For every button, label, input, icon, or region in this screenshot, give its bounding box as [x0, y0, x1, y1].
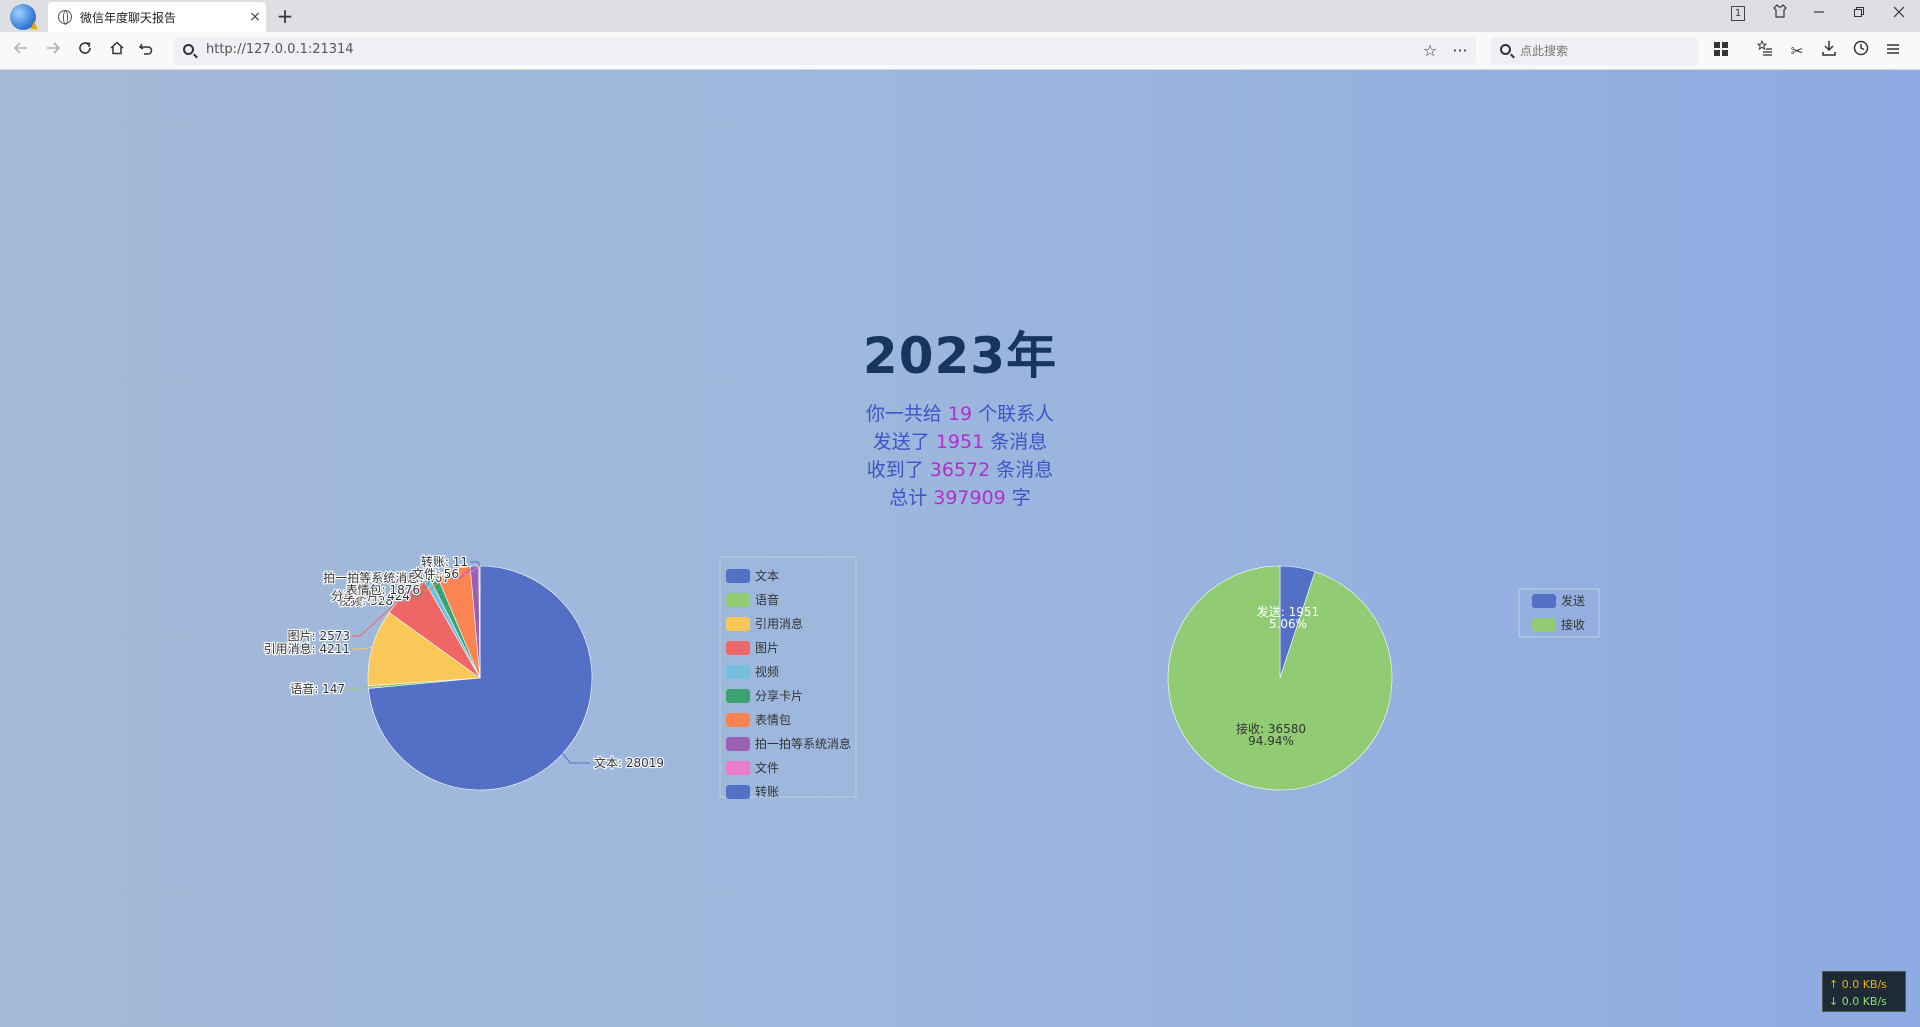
download-icon[interactable]: [1817, 39, 1841, 63]
legend-swatch: [726, 737, 750, 751]
tab-title: 微信年度聊天报告: [80, 10, 177, 25]
legend-swatch: [726, 689, 750, 703]
search-box[interactable]: [1490, 37, 1698, 65]
legend-swatch: [1532, 618, 1556, 632]
active-tab[interactable]: 微信年度聊天报告 ×: [48, 2, 266, 32]
navigation-bar: http://127.0.0.1:21314 ☆ ··· ✂: [0, 32, 1920, 70]
new-tab-button[interactable]: +: [274, 4, 296, 28]
legend-item-0[interactable]: 文本: [726, 568, 779, 583]
menu-icon[interactable]: [1881, 39, 1905, 63]
back-icon[interactable]: [9, 39, 33, 63]
legend-label: 发送: [1561, 593, 1585, 608]
upload-speed: ↑ 0.0 KB/s: [1829, 978, 1887, 991]
browser-logo-icon[interactable]: ▲: [10, 4, 38, 31]
forward-icon[interactable]: [41, 39, 65, 63]
legend-swatch: [726, 593, 750, 607]
undo-icon[interactable]: [134, 39, 158, 63]
slice-label-0: 文本: 28019: [594, 755, 664, 770]
address-bar[interactable]: http://127.0.0.1:21314 ☆ ···: [174, 37, 1476, 65]
legend-label: 视频: [755, 664, 779, 679]
legend-label: 图片: [755, 641, 779, 655]
legend-label: 转账: [755, 784, 779, 799]
legend-item-7[interactable]: 拍一拍等系统消息: [726, 736, 851, 751]
legend-item-4[interactable]: 视频: [726, 664, 779, 679]
legend-item-8[interactable]: 文件: [726, 760, 779, 775]
tab-bar: ▲ 微信年度聊天报告 × + 1: [0, 0, 1920, 32]
restore-icon[interactable]: [1847, 4, 1871, 26]
legend-label: 引用消息: [755, 616, 803, 631]
charts-canvas: 文本: 28019语音: 147引用消息: 4211图片: 2573视频: 32…: [262, 553, 1600, 799]
minimize-icon[interactable]: [1807, 4, 1831, 26]
legend-item-0[interactable]: 发送: [1532, 593, 1585, 608]
label-line-2: [352, 646, 373, 650]
download-speed: ↓ 0.0 KB/s: [1829, 995, 1887, 1008]
legend-swatch: [726, 785, 750, 799]
label-line-9: [470, 561, 481, 567]
warning-icon: ▲: [30, 20, 38, 31]
legend-label: 语音: [755, 592, 779, 607]
network-speed-widget: ↑ 0.0 KB/s ↓ 0.0 KB/s: [1822, 971, 1906, 1012]
legend-swatch: [726, 641, 750, 655]
reload-icon[interactable]: [73, 39, 97, 63]
legend-swatch: [726, 617, 750, 631]
legend-item-5[interactable]: 分享卡片: [726, 688, 803, 703]
legend-label: 分享卡片: [755, 688, 803, 703]
legend-label: 拍一拍等系统消息: [755, 736, 851, 751]
legend-box: [1518, 588, 1600, 638]
legend-swatch: [726, 569, 750, 583]
legend-label: 文件: [755, 760, 779, 775]
slice-label-2: 引用消息: 4211: [264, 641, 350, 656]
send-receive-pie-chart[interactable]: 发送: 19515.06%接收: 3658094.94%: [1167, 565, 1393, 791]
bookmark-star-icon[interactable]: ☆: [1418, 39, 1442, 63]
legend-swatch: [1532, 594, 1556, 608]
search-icon: [1500, 44, 1511, 55]
received-percent-label: 94.94%: [1248, 734, 1294, 748]
favorites-list-icon[interactable]: [1753, 39, 1777, 63]
search-input[interactable]: [1520, 41, 1690, 61]
close-tab-icon[interactable]: ×: [244, 9, 266, 25]
more-options-icon[interactable]: ···: [1448, 39, 1472, 63]
message-type-pie-chart[interactable]: 文本: 28019语音: 147引用消息: 4211图片: 2573视频: 32…: [262, 553, 665, 791]
screenshot-scissors-icon[interactable]: ✂: [1785, 39, 1809, 63]
legend-item-6[interactable]: 表情包: [726, 713, 791, 727]
legend-item-1[interactable]: 接收: [1532, 617, 1585, 632]
message-type-legend[interactable]: 文本语音引用消息图片视频分享卡片表情包拍一拍等系统消息文件转账: [719, 556, 857, 799]
legend-label: 文本: [755, 568, 779, 583]
legend-label: 接收: [1561, 617, 1585, 632]
legend-swatch: [726, 713, 750, 727]
search-icon: [183, 44, 194, 55]
report-page: 2023年 你一共给 19 个联系人 发送了 1951 条消息 收到了 3657…: [0, 70, 1920, 1027]
home-icon[interactable]: [105, 39, 129, 63]
legend-swatch: [726, 665, 750, 679]
label-line-1: [347, 686, 369, 690]
close-window-icon[interactable]: [1887, 4, 1911, 26]
label-line-0: [562, 753, 590, 764]
legend-item-3[interactable]: 图片: [726, 641, 779, 655]
history-clock-icon[interactable]: [1849, 39, 1873, 63]
sent-percent-label: 5.06%: [1269, 617, 1307, 631]
legend-swatch: [726, 761, 750, 775]
send-receive-legend[interactable]: 发送接收: [1518, 588, 1600, 638]
slice-label-6: 表情包: 1876: [346, 583, 420, 597]
apps-grid-icon[interactable]: [1709, 39, 1733, 63]
slice-label-3: 图片: 2573: [288, 629, 350, 643]
tab-count-icon[interactable]: 1: [1731, 6, 1745, 21]
globe-icon: [58, 10, 72, 25]
legend-item-2[interactable]: 引用消息: [726, 616, 803, 631]
slice-label-1: 语音: 147: [290, 681, 345, 696]
url-text[interactable]: http://127.0.0.1:21314: [206, 42, 354, 57]
legend-label: 表情包: [755, 713, 791, 727]
legend-item-1[interactable]: 语音: [726, 592, 779, 607]
skin-icon[interactable]: [1768, 4, 1792, 26]
pie-slice-1[interactable]: [1167, 565, 1393, 791]
slice-label-9: 转账: 11: [421, 554, 468, 569]
